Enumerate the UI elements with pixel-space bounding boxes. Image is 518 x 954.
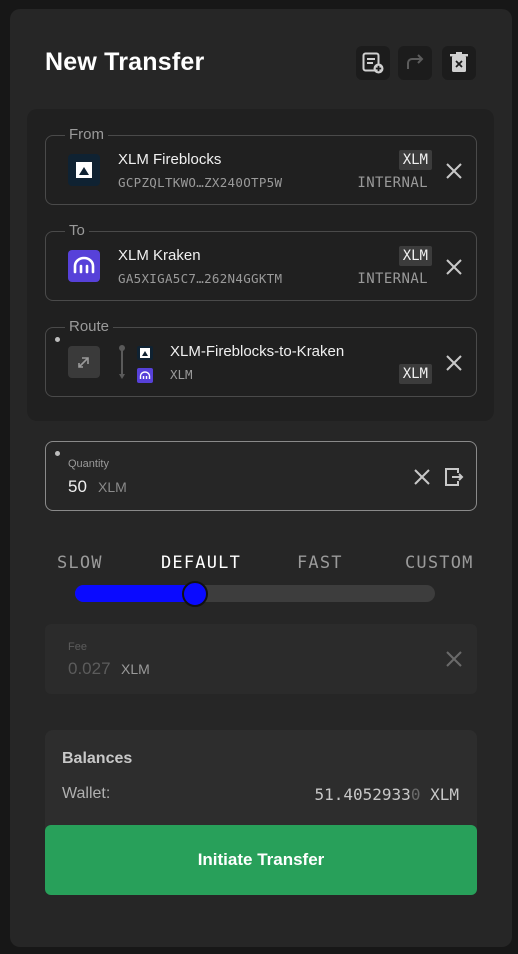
- route-asset: XLM: [170, 367, 193, 382]
- wallet-label: Wallet:: [62, 785, 111, 802]
- from-account-name: XLM Fireblocks: [118, 151, 222, 168]
- wallet-balance-value: 51.4052933: [314, 785, 411, 804]
- page-title: New Transfer: [45, 48, 205, 76]
- quantity-input[interactable]: 50: [68, 477, 87, 497]
- speed-slider-thumb[interactable]: [182, 581, 208, 607]
- fee-field: Fee 0.027 XLM: [45, 624, 477, 694]
- fireblocks-logo-icon: [68, 154, 100, 186]
- from-asset-badge: XLM: [398, 150, 432, 170]
- route-source-logo-icon: [137, 346, 153, 360]
- initiate-transfer-button[interactable]: Initiate Transfer: [45, 825, 477, 895]
- wallet-balance: 51.40529330 XLM: [314, 785, 459, 804]
- redo-button[interactable]: [398, 46, 432, 80]
- to-clear-icon[interactable]: [444, 257, 464, 277]
- delete-button[interactable]: [442, 46, 476, 80]
- from-account-address: GCPZQLTKWO…ZX240OTP5W: [118, 175, 283, 190]
- add-list-icon: [362, 52, 384, 74]
- quantity-unit: XLM: [98, 479, 127, 495]
- required-dot: [55, 451, 60, 456]
- from-account-type: INTERNAL: [357, 175, 428, 191]
- initiate-transfer-label: Initiate Transfer: [197, 850, 325, 869]
- fee-unit: XLM: [121, 661, 150, 677]
- speed-slider-fill: [75, 585, 195, 602]
- speed-option-custom[interactable]: CUSTOM: [405, 553, 474, 573]
- required-dot: [55, 337, 60, 342]
- redo-icon: [407, 54, 424, 69]
- to-asset-badge: XLM: [398, 246, 432, 266]
- delete-icon: [450, 52, 468, 72]
- from-legend: From: [65, 126, 108, 144]
- speed-option-default[interactable]: DEFAULT: [161, 553, 241, 573]
- route-name: XLM-Fireblocks-to-Kraken: [170, 343, 345, 360]
- wallet-balance-faded-digits: 0: [410, 785, 421, 804]
- wallet-balance-unit: XLM: [430, 785, 459, 804]
- to-account-type: INTERNAL: [357, 271, 428, 287]
- to-account-address: GA5XIGA5C7…262N4GGKTM: [118, 271, 283, 286]
- balances-title: Balances: [62, 750, 133, 767]
- speed-option-fast[interactable]: FAST: [297, 553, 343, 573]
- route-field[interactable]: Route XLM-Fireblocks-to-Kraken XLM XLM: [45, 318, 477, 397]
- route-asset-badge: XLM: [398, 364, 432, 384]
- quantity-label: Quantity: [68, 458, 109, 470]
- fee-value: 0.027: [68, 659, 111, 678]
- add-to-list-button[interactable]: [356, 46, 390, 80]
- route-legend: Route: [65, 318, 114, 336]
- speed-option-slow[interactable]: SLOW: [57, 553, 103, 573]
- kraken-logo-icon: [68, 250, 100, 282]
- from-account-field[interactable]: From XLM Fireblocks GCPZQLTKWO…ZX240OTP5…: [45, 126, 477, 205]
- to-legend: To: [65, 222, 89, 240]
- route-connector-icon: [119, 345, 125, 379]
- quantity-field[interactable]: Quantity 50 XLM: [45, 441, 477, 511]
- from-clear-icon[interactable]: [444, 161, 464, 181]
- speed-slider-track[interactable]: [75, 581, 435, 607]
- quantity-clear-icon[interactable]: [412, 467, 432, 487]
- fee-clear-icon: [446, 651, 462, 667]
- to-account-field[interactable]: To XLM Kraken GA5XIGA5C7…262N4GGKTM XLM …: [45, 222, 477, 301]
- route-icon: [68, 346, 100, 378]
- route-destination-logo-icon: [137, 368, 153, 383]
- fee-label: Fee: [68, 641, 87, 653]
- route-clear-icon[interactable]: [444, 353, 464, 373]
- max-amount-icon[interactable]: [443, 466, 465, 488]
- to-account-name: XLM Kraken: [118, 247, 201, 264]
